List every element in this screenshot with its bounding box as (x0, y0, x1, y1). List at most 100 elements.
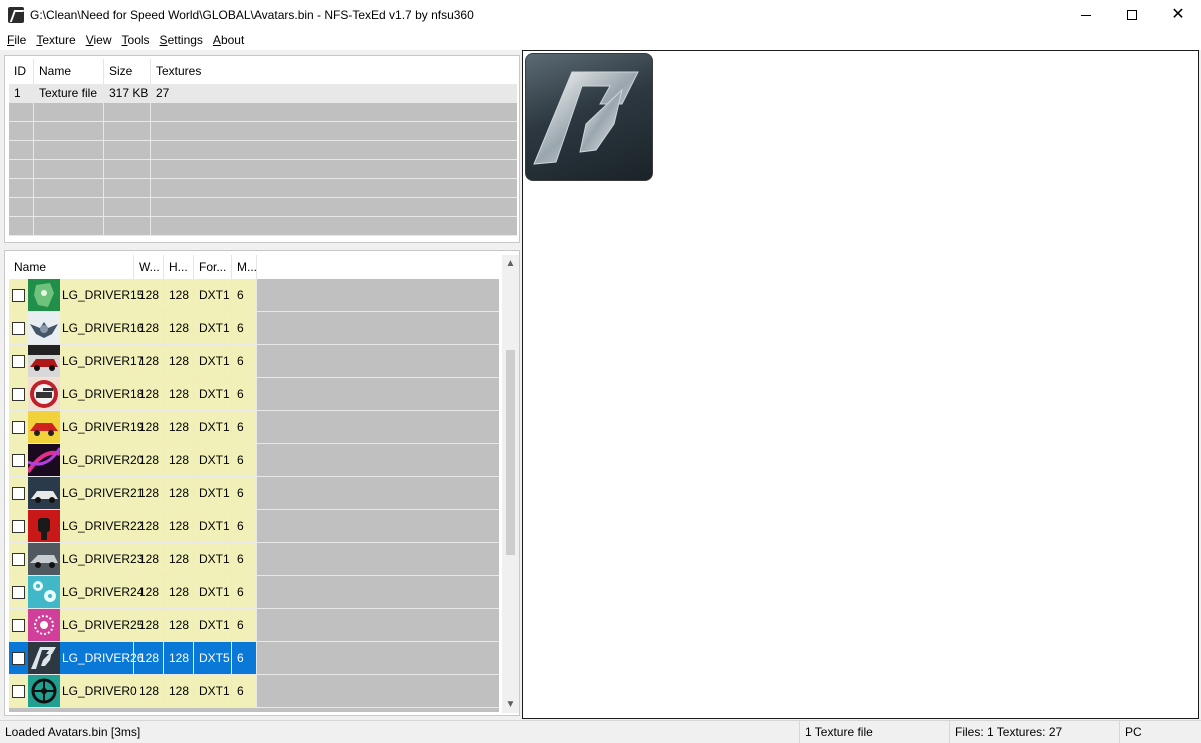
green-map-icon (28, 279, 60, 311)
texture-mipmaps: 6 (232, 510, 257, 542)
texture-list-rows: LG_DRIVER15 128 128 DXT1 6 LG_DRIVER16 128 128 D… (9, 279, 499, 712)
menu-settings[interactable]: Settings (155, 33, 208, 47)
texture-name: LG_DRIVER15 (62, 288, 144, 302)
menu-tools[interactable]: Tools (117, 33, 155, 47)
texture-format: DXT1 (194, 609, 232, 641)
texture-checkbox[interactable] (12, 387, 25, 401)
file-list-header: ID Name Size Textures (9, 59, 517, 84)
file-cell-name (34, 198, 104, 216)
column-format[interactable]: For... (194, 255, 232, 279)
texture-name: LG_DRIVER21 (62, 486, 144, 500)
row-filler (257, 411, 499, 443)
texture-checkbox[interactable] (12, 354, 25, 368)
texture-format: DXT1 (194, 510, 232, 542)
texture-checkbox[interactable] (12, 651, 25, 665)
texture-name-cell: LG_DRIVER16 (9, 312, 143, 344)
white-car-icon (28, 477, 60, 509)
texture-row[interactable]: LG_DRIVER25 128 128 DXT1 6 (9, 609, 499, 642)
file-cell-id: 1 (9, 84, 34, 102)
file-row[interactable]: 1 Texture file 317 KB 27 (9, 84, 517, 103)
texture-height: 128 (164, 609, 194, 641)
file-cell-name (34, 179, 104, 197)
column-textures[interactable]: Textures (151, 59, 517, 84)
texture-width: 128 (134, 477, 164, 509)
column-mipmaps[interactable]: M... (232, 255, 257, 279)
texture-format: DXT1 (194, 444, 232, 476)
texture-row[interactable]: LG_DRIVER23 128 128 DXT1 6 (9, 543, 499, 576)
texture-width: 128 (134, 411, 164, 443)
wheel-icon (28, 675, 60, 707)
app-icon (8, 7, 24, 23)
texture-checkbox[interactable] (12, 321, 25, 335)
file-cell-size (104, 217, 151, 235)
file-cell-name (34, 160, 104, 178)
menu-texture[interactable]: Texture (31, 33, 80, 47)
texture-height: 128 (164, 345, 194, 377)
column-texture-name[interactable]: Name (9, 255, 134, 279)
texture-row[interactable]: LG_DRIVER16 128 128 DXT1 6 (9, 312, 499, 345)
texture-checkbox[interactable] (12, 585, 25, 599)
texture-row[interactable]: LG_DRIVER15 128 128 DXT1 6 (9, 279, 499, 312)
texture-width: 128 (134, 675, 164, 707)
texture-list-scrollbar[interactable]: ▲ ▼ (502, 255, 519, 713)
texture-name-cell: LG_DRIVER18 (9, 378, 143, 410)
texture-mipmaps: 6 (232, 411, 257, 443)
column-size[interactable]: Size (104, 59, 151, 84)
row-filler (257, 345, 499, 377)
pink-burst-icon (28, 609, 60, 641)
texture-row-cells: LG_DRIVER0 128 128 DXT1 6 (9, 675, 257, 707)
texture-row-cells: LG_DRIVER24 128 128 DXT1 6 (9, 576, 257, 608)
maximize-button[interactable] (1109, 0, 1155, 30)
texture-row[interactable]: LG_DRIVER19 128 128 DXT1 6 (9, 411, 499, 444)
texture-row[interactable]: LG_DRIVER21 128 128 DXT1 6 (9, 477, 499, 510)
texture-checkbox[interactable] (12, 519, 25, 533)
texture-name-cell: LG_DRIVER0 (9, 675, 137, 707)
row-filler (257, 543, 499, 575)
file-cell-id (9, 103, 34, 121)
texture-row[interactable]: LG_DRIVER18 128 128 DXT1 6 (9, 378, 499, 411)
texture-row[interactable]: LG_DRIVER20 128 128 DXT1 6 (9, 444, 499, 477)
column-id[interactable]: ID (9, 59, 34, 84)
file-cell-textures: 27 (156, 86, 170, 100)
texture-height: 128 (164, 378, 194, 410)
file-cell-size (104, 198, 151, 216)
texture-name-cell: LG_DRIVER22 (9, 510, 143, 542)
texture-checkbox[interactable] (12, 552, 25, 566)
texture-row[interactable]: LG_DRIVER26 128 128 DXT5 6 (9, 642, 499, 675)
scrollbar-thumb[interactable] (506, 350, 515, 555)
texture-format: DXT1 (194, 675, 232, 707)
file-cell-id (9, 217, 34, 235)
texture-checkbox[interactable] (12, 288, 25, 302)
texture-name-cell: LG_DRIVER19 (9, 411, 143, 443)
menu-file[interactable]: File (2, 33, 31, 47)
texture-row[interactable]: LG_DRIVER17 128 128 DXT1 6 (9, 345, 499, 378)
texture-checkbox[interactable] (12, 486, 25, 500)
file-cell-size (104, 179, 151, 197)
minimize-button[interactable] (1063, 0, 1109, 30)
texture-row-cells: LG_DRIVER18 128 128 DXT1 6 (9, 378, 257, 410)
texture-checkbox[interactable] (12, 684, 25, 698)
menu-view[interactable]: View (81, 33, 117, 47)
title-bar: G:\Clean\Need for Speed World\GLOBAL\Ava… (0, 0, 1201, 30)
column-name[interactable]: Name (34, 59, 104, 84)
column-width[interactable]: W... (134, 255, 164, 279)
close-button[interactable]: ✕ (1155, 0, 1201, 30)
file-list: ID Name Size Textures 1 Texture file 317 K… (4, 55, 520, 243)
window-controls: ✕ (1063, 0, 1201, 30)
texture-checkbox[interactable] (12, 420, 25, 434)
menu-about[interactable]: About (208, 33, 249, 47)
texture-width: 128 (134, 279, 164, 311)
texture-name: LG_DRIVER24 (62, 585, 144, 599)
texture-mipmaps: 6 (232, 675, 257, 707)
empty-row (9, 217, 517, 236)
scroll-down-icon[interactable]: ▼ (502, 696, 519, 713)
texture-checkbox[interactable] (12, 618, 25, 632)
texture-row[interactable]: LG_DRIVER24 128 128 DXT1 6 (9, 576, 499, 609)
column-height[interactable]: H... (164, 255, 194, 279)
texture-row[interactable]: LG_DRIVER22 128 128 DXT1 6 (9, 510, 499, 543)
texture-checkbox[interactable] (12, 453, 25, 467)
texture-row[interactable]: LG_DRIVER0 128 128 DXT1 6 (9, 675, 499, 708)
empty-row (9, 179, 517, 198)
texture-row-cells: LG_DRIVER17 128 128 DXT1 6 (9, 345, 257, 377)
scroll-up-icon[interactable]: ▲ (502, 255, 519, 272)
